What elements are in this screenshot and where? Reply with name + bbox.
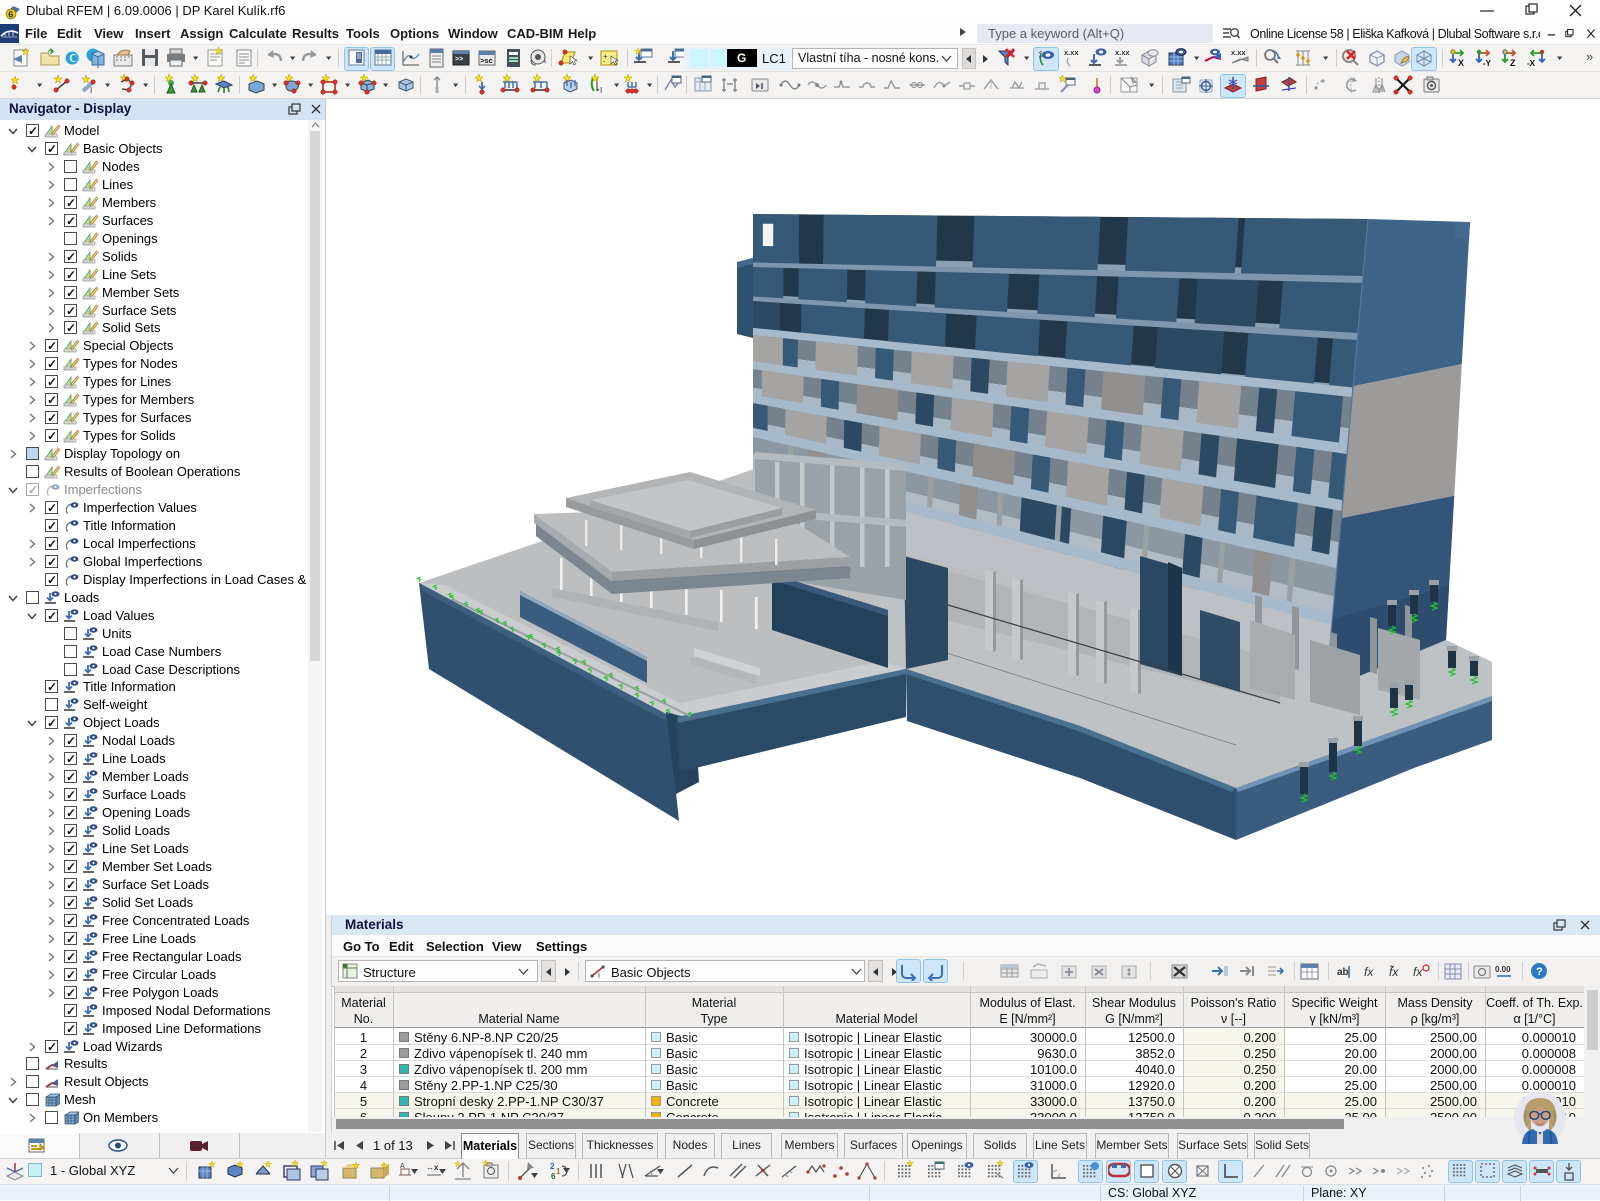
- svg-text:x.xx: x.xx: [1115, 48, 1130, 57]
- svg-text:ab: ab: [1337, 967, 1349, 978]
- svg-text:f̃x: f̃x: [1389, 964, 1399, 979]
- svg-text:>sc: >sc: [480, 56, 493, 65]
- svg-text:?: ?: [1536, 966, 1543, 978]
- svg-text:x.xx: x.xx: [1064, 48, 1079, 57]
- svg-text:X: X: [1458, 58, 1464, 68]
- svg-text:-X: -X: [1527, 59, 1536, 68]
- svg-text:I: I: [600, 86, 602, 95]
- svg-text:Z: Z: [1510, 58, 1516, 68]
- svg-text:0.00: 0.00: [1495, 965, 1511, 974]
- svg-text:-: -: [603, 57, 606, 66]
- svg-text:fx: fx: [1364, 965, 1374, 979]
- svg-text:6: 6: [551, 1172, 556, 1181]
- svg-text:I: I: [598, 973, 600, 978]
- svg-text:6: 6: [8, 10, 13, 20]
- svg-text:x.xx: x.xx: [1231, 48, 1246, 57]
- svg-text:-Y: -Y: [1483, 59, 1492, 68]
- svg-text:A: A: [400, 1163, 405, 1170]
- svg-text:↔x: ↔x: [426, 1163, 439, 1172]
- svg-text:I: I: [90, 86, 92, 95]
- svg-text:>>: >>: [455, 56, 463, 63]
- svg-text:2: 2: [550, 1162, 555, 1171]
- svg-text:fx: fx: [1413, 965, 1423, 979]
- svg-text:1: 1: [556, 1167, 561, 1176]
